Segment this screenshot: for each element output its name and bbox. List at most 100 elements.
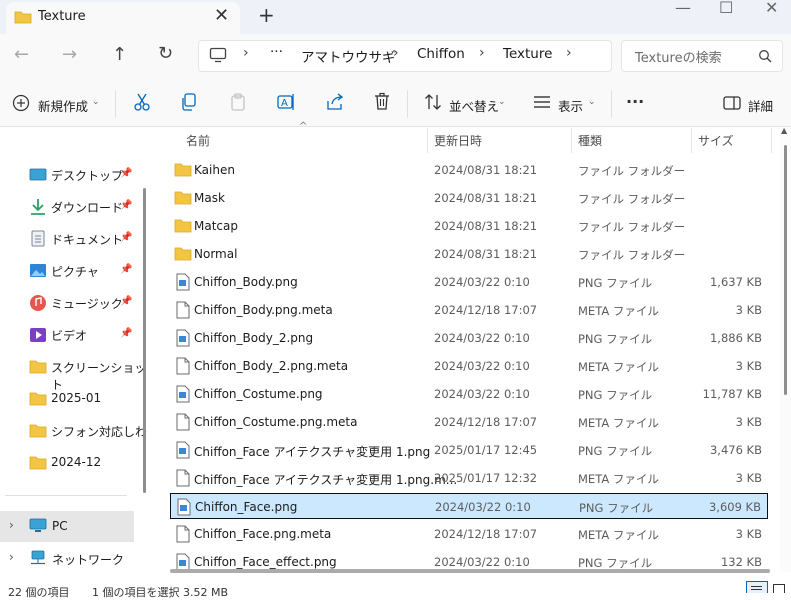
toolbar-divider <box>115 90 116 118</box>
more-options-icon[interactable]: ··· <box>626 92 644 111</box>
sidebar-item-pc[interactable]: › PC <box>0 511 134 542</box>
new-plus-icon <box>12 94 30 112</box>
details-view-toggle[interactable] <box>746 581 768 593</box>
maximize-icon[interactable]: ☐ <box>719 0 733 17</box>
chevron-right-icon: › <box>9 518 14 532</box>
table-row[interactable]: Chiffon_Costume.png 2024/03/22 0:10 PNG ファ… <box>170 381 768 407</box>
sidebar-item[interactable]: ミュージック 📌 <box>0 286 150 318</box>
column-divider[interactable] <box>691 128 692 153</box>
breadcrumb-texture[interactable]: Texture <box>503 46 552 62</box>
search-input[interactable]: Textureの検索 <box>621 40 783 72</box>
table-row[interactable]: Chiffon_Costume.png.meta 2024/12/18 17:07… <box>170 409 768 435</box>
table-row[interactable]: Normal 2024/08/31 18:21 ファイル フォルダー <box>170 241 768 267</box>
table-row[interactable]: Mask 2024/08/31 18:21 ファイル フォルダー <box>170 185 768 211</box>
file-icon <box>176 413 190 431</box>
breadcrumb-more[interactable]: ··· <box>270 44 283 60</box>
rename-icon[interactable]: A <box>276 92 296 112</box>
sidebar-item[interactable]: ドキュメント 📌 <box>0 222 150 254</box>
column-divider[interactable] <box>771 128 772 153</box>
pin-icon[interactable]: 📌 <box>120 264 132 275</box>
table-row[interactable]: Chiffon_Body_2.png.meta 2024/03/22 0:10 ME… <box>170 353 768 379</box>
pin-icon[interactable]: 📌 <box>120 296 132 307</box>
breadcrumb-separator: › <box>479 45 485 61</box>
folder-icon <box>174 163 192 177</box>
file-name: Chiffon_Body_2.png.meta <box>194 359 349 373</box>
breadcrumb-separator: › <box>566 45 572 61</box>
pin-icon[interactable]: 📌 <box>120 232 132 243</box>
file-name: Chiffon_Face.png.meta <box>194 527 332 541</box>
sort-button[interactable]: 並べ替え <box>449 96 499 115</box>
table-row[interactable]: Chiffon_Face アイテクスチャ変更用 1.png 2025/01/17 … <box>170 437 768 463</box>
breadcrumb-chiffon[interactable]: Chiffon <box>417 46 465 62</box>
file-modified: 2024/03/22 0:10 <box>434 555 530 569</box>
sidebar-item[interactable]: シフォン対応しわ <box>0 414 150 446</box>
sidebar-item-network[interactable]: › ネットワーク <box>0 543 134 574</box>
forward-icon[interactable]: → <box>62 44 77 65</box>
vertical-scrollbar[interactable]: ▲ <box>780 126 791 572</box>
column-divider[interactable] <box>427 128 428 153</box>
file-name: Chiffon_Face_effect.png <box>194 555 337 569</box>
copy-icon[interactable] <box>180 92 198 112</box>
table-row[interactable]: Matcap 2024/08/31 18:21 ファイル フォルダー <box>170 213 768 239</box>
new-button[interactable]: 新規作成 <box>38 96 88 115</box>
sidebar-item[interactable]: 2025-01 <box>0 382 150 414</box>
sidebar-item[interactable]: ピクチャ 📌 <box>0 254 150 286</box>
pin-icon[interactable]: 📌 <box>120 168 132 179</box>
pin-icon[interactable]: 📌 <box>120 200 132 211</box>
back-icon[interactable]: ← <box>14 44 29 65</box>
column-header-modified[interactable]: 更新日時 <box>434 132 482 149</box>
view-button[interactable]: 表示 <box>558 96 583 115</box>
sidebar-item[interactable]: ダウンロード 📌 <box>0 190 150 222</box>
share-icon[interactable] <box>325 92 345 112</box>
png-file-icon <box>176 385 190 403</box>
column-header-size[interactable]: サイズ <box>698 132 734 149</box>
column-divider[interactable] <box>571 128 572 153</box>
file-type: PNG ファイル <box>578 444 653 458</box>
sidebar-item-label: PC <box>52 519 68 533</box>
sidebar-item-label: ダウンロード <box>51 201 124 215</box>
scroll-up-icon[interactable]: ▲ <box>781 126 787 135</box>
cut-icon[interactable] <box>133 92 151 112</box>
new-tab-icon[interactable]: + <box>258 3 275 27</box>
tab-texture[interactable]: Texture ✕ <box>6 2 240 34</box>
folder-icon <box>174 247 192 261</box>
pc-icon <box>29 518 47 532</box>
table-row[interactable]: Kaihen 2024/08/31 18:21 ファイル フォルダー <box>170 157 768 183</box>
folder-icon <box>174 191 192 205</box>
column-header-name[interactable]: 名前 <box>186 132 210 149</box>
horizontal-scrollbar[interactable] <box>170 569 770 573</box>
up-icon[interactable]: ↑ <box>112 44 127 65</box>
png-file-icon <box>176 441 190 459</box>
file-type: PNG ファイル <box>578 388 653 402</box>
delete-icon[interactable] <box>373 92 391 112</box>
table-row[interactable]: Chiffon_Face アイテクスチャ変更用 1.png.m... 2025/0… <box>170 465 768 491</box>
file-type: META ファイル <box>578 472 659 486</box>
file-type: META ファイル <box>578 304 659 318</box>
window-close-icon[interactable]: ✕ <box>765 0 778 17</box>
sidebar-item[interactable]: ビデオ 📌 <box>0 318 150 350</box>
table-row[interactable]: Chiffon_Body_2.png 2024/03/22 0:10 PNG ファイ… <box>170 325 768 351</box>
scroll-thumb[interactable] <box>784 145 787 395</box>
status-selection: 1 個の項目を選択 3.52 MB <box>92 586 229 599</box>
video-icon <box>30 328 46 342</box>
table-row[interactable]: Chiffon_Body.png.meta 2024/12/18 17:07 MET… <box>170 297 768 323</box>
tab-close-icon[interactable]: ✕ <box>214 5 229 26</box>
table-row[interactable]: Chiffon_Face.png.meta 2024/12/18 17:07 MET… <box>170 521 768 547</box>
pin-icon[interactable]: 📌 <box>120 328 132 339</box>
toolbar-divider <box>407 90 408 118</box>
sidebar-item[interactable]: 2024-12 <box>0 446 150 478</box>
desktop-icon <box>29 168 47 181</box>
file-type: ファイル フォルダー <box>578 248 686 262</box>
breadcrumb-amatou[interactable]: アマトウウサギ <box>301 46 396 66</box>
sidebar-divider <box>5 495 127 496</box>
table-row[interactable]: Chiffon_Body.png 2024/03/22 0:10 PNG ファイル 1… <box>170 269 768 295</box>
sidebar-scrollbar[interactable] <box>143 188 146 493</box>
table-row-selected[interactable]: Chiffon_Face.png 2024/03/22 0:10 PNG ファイル 3… <box>170 493 768 519</box>
minimize-icon[interactable]: — <box>675 0 691 17</box>
sort-icon <box>425 94 441 110</box>
column-header-type[interactable]: 種類 <box>578 132 602 149</box>
sidebar-item[interactable]: スクリーンショット <box>0 350 150 392</box>
sidebar-item[interactable]: デスクトップ 📌 <box>0 158 150 190</box>
refresh-icon[interactable]: ↻ <box>158 43 173 64</box>
details-button[interactable]: 詳細 <box>748 96 773 115</box>
